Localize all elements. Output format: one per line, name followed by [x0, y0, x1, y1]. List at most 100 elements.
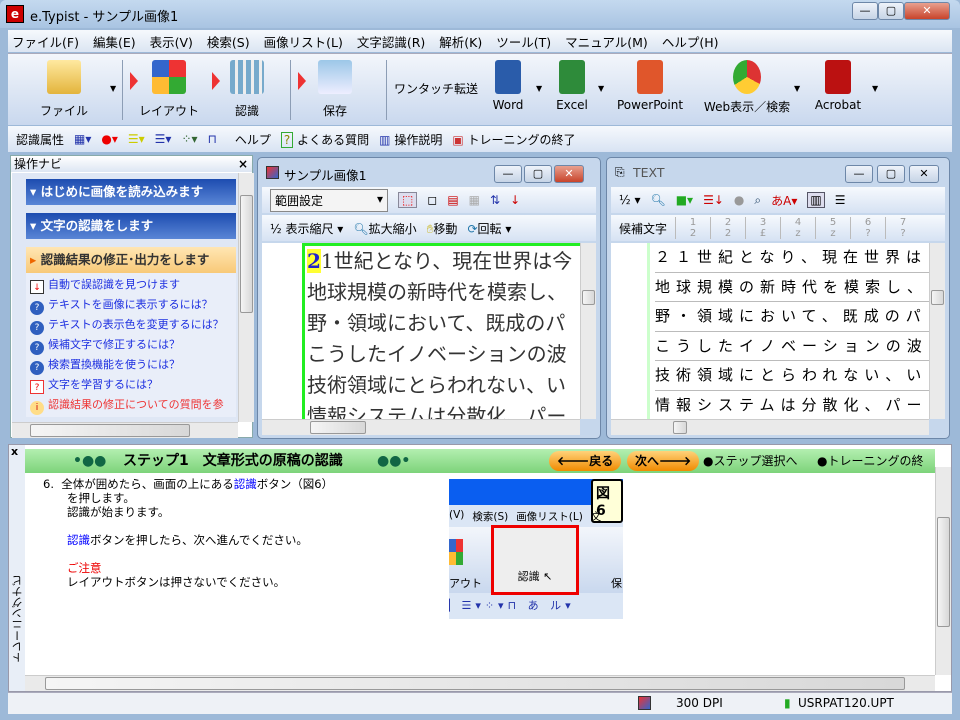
menu-recognition[interactable]: 文字認識(R) [357, 32, 425, 51]
image-view[interactable]: 21世紀となり、現在世界は今 地球規模の新時代を模索し、 野・領域において、既成… [262, 243, 580, 419]
nav-link-faq[interactable]: i 認識結果の修正についての質問を参 [26, 395, 236, 415]
list-attr-icon[interactable]: ☰▾ [155, 132, 172, 146]
color-box-icon[interactable]: ■▾ [676, 193, 693, 207]
dots-attr-icon[interactable]: ⁘▾ [181, 132, 197, 146]
minimize-button[interactable]: — [852, 2, 878, 20]
training-vertical-scrollbar[interactable] [935, 467, 951, 675]
file-dropdown-icon[interactable]: ▼ [110, 84, 116, 93]
nav-close-button[interactable]: × [238, 156, 248, 172]
training-horizontal-scrollbar[interactable] [25, 675, 935, 691]
learn-gray-icon[interactable]: ● [734, 193, 744, 207]
text-lines-icon[interactable]: ☰ [835, 193, 846, 207]
ocr-line: 情報システムは分散化、パー [307, 404, 567, 419]
nav-section-load[interactable]: ▾ はじめに画像を読み込みます [26, 179, 236, 205]
training-close-button[interactable]: x [11, 445, 18, 458]
menu-tools[interactable]: ツール(T) [496, 32, 551, 51]
file-button[interactable]: ファイル [36, 60, 92, 119]
excel-dropdown-icon[interactable]: ▼ [598, 84, 604, 93]
table-attr-icon[interactable]: ▦▾ [74, 132, 91, 146]
image-status-icon [638, 696, 651, 710]
powerpoint-button[interactable]: PowerPoint [612, 60, 688, 112]
scale-button[interactable]: ½ 表示縮尺 ▾ [270, 220, 343, 237]
candidate-button[interactable]: 7? [885, 217, 920, 239]
menu-edit[interactable]: 編集(E) [93, 32, 136, 51]
image-horizontal-scrollbar[interactable] [262, 419, 580, 435]
nav-link-text-color[interactable]: ? テキストの表示色を変更するには？ [26, 315, 236, 335]
candidate-button[interactable]: 22 [710, 217, 745, 239]
frame-attr-icon[interactable]: ⊓ [208, 132, 217, 146]
excel-button[interactable]: Excel [552, 60, 592, 112]
range-rect-icon[interactable]: ⬚ [398, 192, 418, 208]
step-title: ステップ1 文章形式の原稿の認識 [123, 453, 343, 469]
cursor-icon: ↖ [543, 570, 553, 583]
candidate-button[interactable]: 6? [850, 217, 885, 239]
line-attr-icon[interactable]: ☰▾ [128, 132, 145, 146]
text-horizontal-scrollbar[interactable] [611, 419, 929, 435]
training-side-label: トレーニングナビ [11, 575, 24, 663]
move-button[interactable]: ✋︎移動 [427, 220, 458, 237]
menu-image-list[interactable]: 画像リスト(L) [264, 32, 343, 51]
image-maximize-button[interactable]: ▢ [524, 165, 552, 183]
faq-button[interactable]: ? よくある質問 [280, 131, 369, 148]
layout-view-icon[interactable]: ▥ [807, 192, 825, 208]
char-type-icon[interactable]: あA▾ [771, 192, 797, 209]
maximize-button[interactable]: ▢ [878, 2, 904, 20]
rotate-button[interactable]: ⟳回転 ▾ [467, 220, 511, 237]
nav-link-learn[interactable]: ? 文字を学習するには？ [26, 375, 236, 395]
color-attr-icon[interactable]: ●▾ [101, 132, 118, 146]
web-button[interactable]: Web表示／検索 [692, 60, 802, 115]
nav-section-correct[interactable]: ▸ 認識結果の修正･出力をします [26, 247, 236, 273]
candidate-button[interactable]: 3 £ [745, 217, 780, 239]
step-select-link[interactable]: ●ステップ選択へ [703, 449, 797, 473]
nav-horizontal-scrollbar[interactable] [12, 422, 238, 438]
layout-button[interactable]: レイアウト [136, 60, 202, 119]
text-vertical-scrollbar[interactable] [929, 243, 945, 419]
save-button[interactable]: 保存 [310, 60, 360, 119]
menu-help[interactable]: ヘルプ(H) [662, 32, 719, 51]
candidate-button[interactable]: 5z [815, 217, 850, 239]
menu-file[interactable]: ファイル(F) [12, 32, 79, 51]
text-scale-button[interactable]: ½ ▾ [619, 193, 640, 207]
text-close-button[interactable]: ✕ [909, 165, 939, 183]
menu-manual[interactable]: マニュアル(M) [565, 32, 648, 51]
table-icon[interactable]: ▤ [447, 193, 458, 207]
end-training-link[interactable]: ●トレーニングの終 [817, 449, 935, 473]
back-button[interactable]: 🡐戻る [549, 451, 622, 471]
nav-section-recognize[interactable]: ▾ 文字の認識をします [26, 213, 236, 239]
text-minimize-button[interactable]: — [845, 165, 873, 183]
image-vertical-scrollbar[interactable] [580, 243, 596, 419]
menu-view[interactable]: 表示(V) [150, 32, 193, 51]
range-select-dropdown[interactable]: 範囲設定 ▾ [270, 188, 388, 212]
menu-analysis[interactable]: 解析(K) [439, 32, 482, 51]
next-button[interactable]: 次へ🡒 [627, 451, 700, 471]
nav-link-auto-detect[interactable]: ↓ 自動で誤認識を見つけます [26, 275, 236, 295]
nav-link-search-replace[interactable]: ? 検索置換機能を使うには？ [26, 355, 236, 375]
candidate-button[interactable]: 4z [780, 217, 815, 239]
text-maximize-button[interactable]: ▢ [877, 165, 905, 183]
word-button[interactable]: Word [488, 60, 528, 112]
grid-icon[interactable]: ▦ [469, 193, 480, 207]
recognize-button[interactable]: 認識 [222, 60, 272, 119]
nav-vertical-scrollbar[interactable] [238, 173, 254, 422]
text-view[interactable]: ２１世紀となり、現在世界は 地球規模の新時代を模索し、 野・領域において、既成の… [611, 243, 929, 419]
error-list-icon[interactable]: ☰↓ [703, 193, 724, 207]
word-dropdown-icon[interactable]: ▼ [536, 84, 542, 93]
search-replace-icon[interactable]: ⌕ [754, 193, 761, 208]
order-icon[interactable]: ⇅ [490, 193, 500, 207]
close-button[interactable]: ✕ [904, 2, 950, 20]
end-training-button[interactable]: ▣ トレーニングの終了 [452, 131, 575, 148]
menu-search[interactable]: 検索(S) [207, 32, 250, 51]
sort-down-icon[interactable]: ↓ [510, 193, 520, 207]
zoom-button[interactable]: 🔍︎拡大縮小 [353, 220, 416, 237]
image-minimize-button[interactable]: — [494, 165, 522, 183]
web-dropdown-icon[interactable]: ▼ [794, 84, 800, 93]
acrobat-dropdown-icon[interactable]: ▼ [872, 84, 878, 93]
manual-button[interactable]: ▥ 操作説明 [379, 131, 442, 148]
nav-link-candidates[interactable]: ? 候補文字で修正するには？ [26, 335, 236, 355]
image-close-button[interactable]: ✕ [554, 165, 584, 183]
frame-icon[interactable]: ◻ [427, 193, 437, 207]
nav-link-show-text[interactable]: ? テキストを画像に表示するには？ [26, 295, 236, 315]
acrobat-button[interactable]: Acrobat [808, 60, 868, 112]
candidate-button[interactable]: 12 [675, 217, 710, 239]
find-icon[interactable]: 🔍︎ [650, 193, 665, 207]
